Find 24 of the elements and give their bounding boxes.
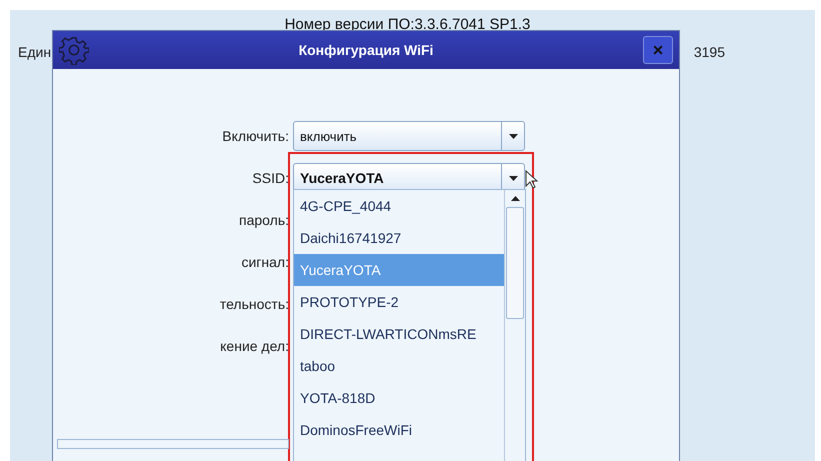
field-label: сигнал: (240, 254, 290, 270)
field-label: тельность: (218, 296, 290, 312)
list-item[interactable]: DIRECT-LWARTICONmsRE (294, 318, 504, 350)
list-item[interactable]: YOTA-818D (294, 382, 504, 414)
scroll-up-icon (510, 196, 520, 201)
list-item[interactable]: taboo (294, 350, 504, 382)
list-item[interactable]: DominosFreeWiFi (294, 414, 504, 446)
list-item[interactable]: 4G-CPE_4044 (294, 190, 504, 222)
field-label: кение дел: (219, 338, 290, 354)
field-label: SSID: (251, 170, 290, 186)
caret-icon (508, 134, 518, 138)
dropdown[interactable]: включить (293, 121, 525, 151)
list-item[interactable]: Daichi16741927 (294, 222, 504, 254)
background-text: 3195 (694, 44, 725, 60)
background-text: Един (18, 44, 52, 60)
field-label: пароль: (238, 212, 290, 228)
version-text: Номер версии ПО:3.3.6.7041 SP1.3 (284, 16, 530, 33)
list-item[interactable]: PROTOTYPE-2 (294, 286, 504, 318)
cursor-icon (525, 170, 539, 190)
field-label: Включить: (221, 128, 290, 144)
gear-icon (59, 35, 89, 65)
caret-icon (508, 176, 518, 180)
window-title: Конфигурация WiFi (298, 42, 434, 58)
scrollbar[interactable] (504, 190, 525, 461)
